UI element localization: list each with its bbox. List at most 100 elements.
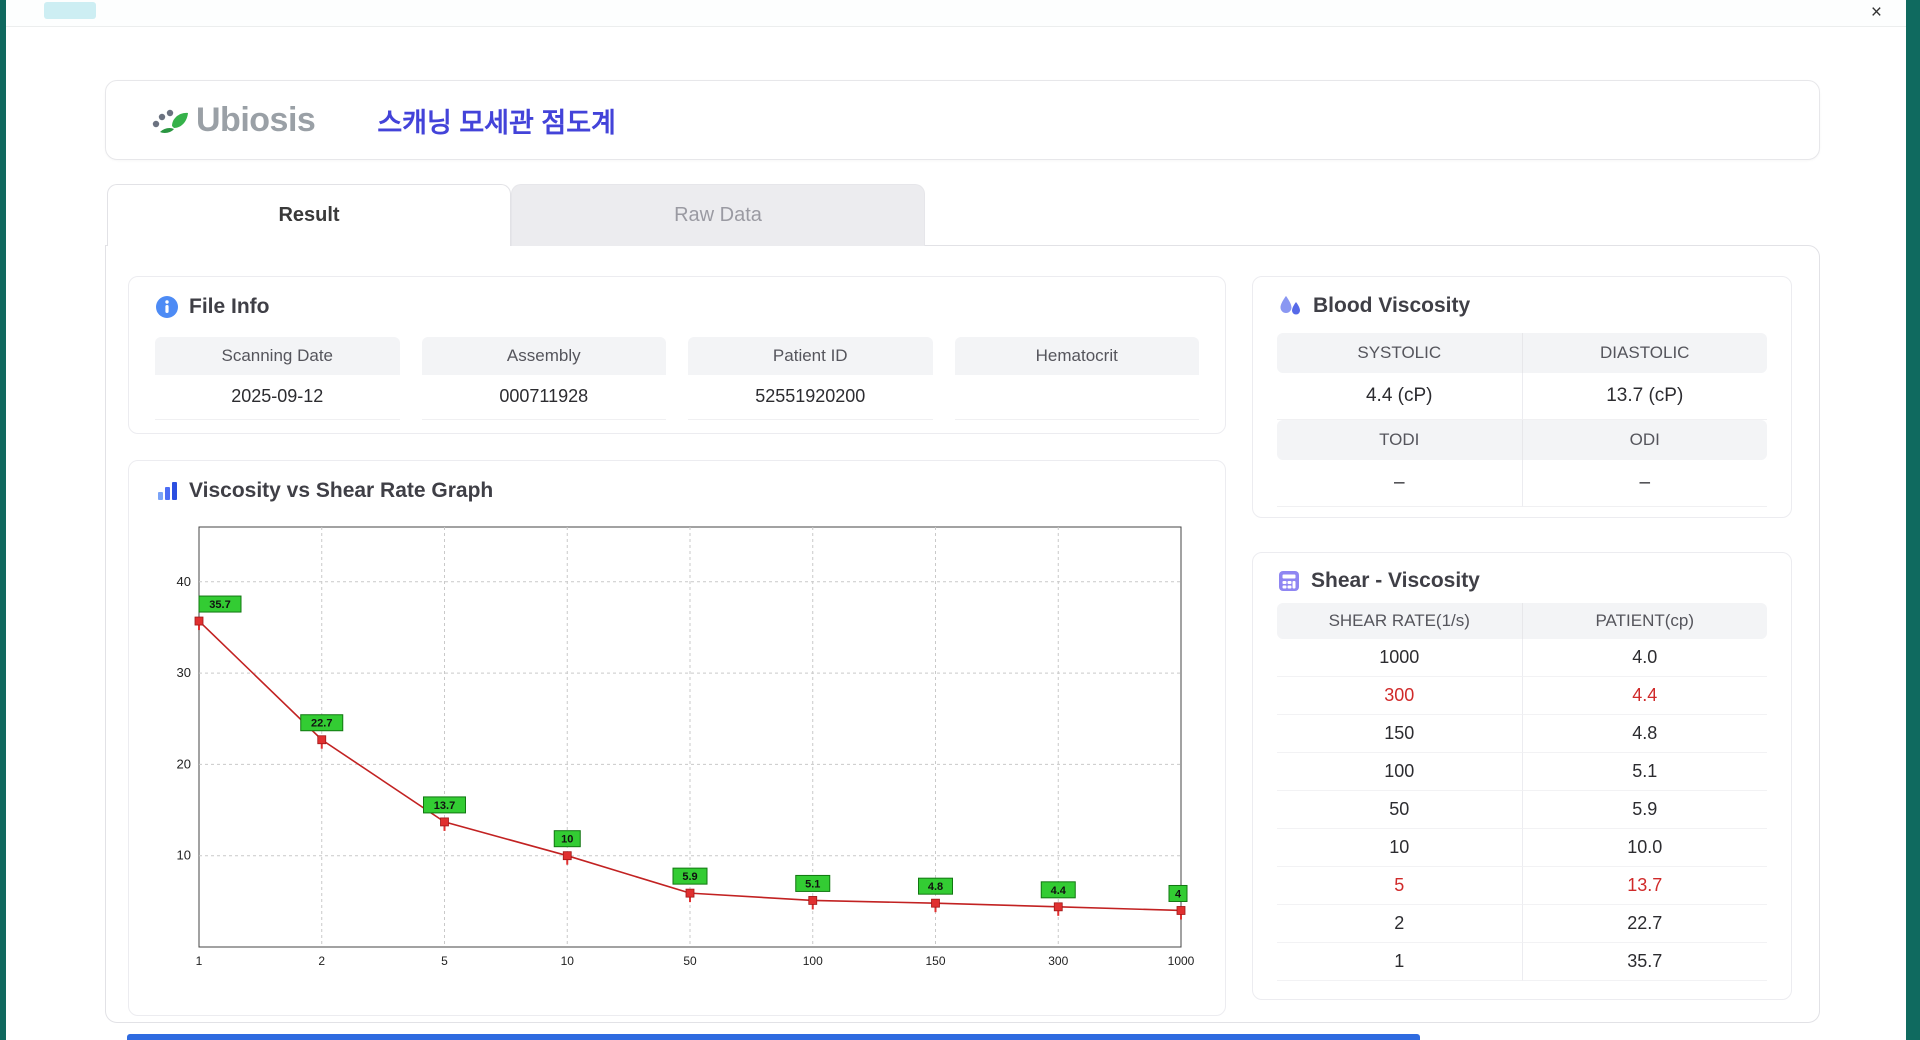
shear-table-header: SHEAR RATE(1/s) PATIENT(cp) — [1277, 603, 1767, 639]
page-title: 스캐닝 모세관 점도계 — [377, 107, 616, 138]
bv-header-row: TODI ODI — [1277, 420, 1767, 460]
table-row: 2 22.7 — [1277, 905, 1767, 943]
table-row: 50 5.9 — [1277, 791, 1767, 829]
svg-text:300: 300 — [1048, 954, 1068, 968]
svg-text:40: 40 — [177, 574, 191, 589]
file-info-fields: Scanning Date 2025-09-12 Assembly 000711928… — [155, 337, 1199, 420]
patient-viscosity-cell: 22.7 — [1522, 905, 1767, 943]
info-icon — [155, 295, 179, 319]
field-label: Assembly — [421, 337, 666, 375]
main-panel: File Info Scanning Date 2025-09-12 Assembl… — [105, 245, 1820, 1023]
svg-text:5.9: 5.9 — [682, 871, 697, 883]
shear-table-body: 1000 4.0 300 4.4 150 4.8 100 5.1 50 5.9 10 10.0 5 13.… — [1277, 639, 1767, 981]
patient-viscosity-cell: 35.7 — [1522, 943, 1767, 981]
shear-table-header-cell: PATIENT(cp) — [1522, 603, 1767, 639]
file-info-field: Scanning Date 2025-09-12 — [155, 337, 400, 420]
shear-rate-cell: 10 — [1277, 829, 1523, 867]
svg-text:30: 30 — [177, 665, 191, 680]
field-label: Patient ID — [688, 337, 933, 375]
window-edge-left — [0, 0, 6, 1040]
svg-text:4.8: 4.8 — [928, 881, 943, 893]
bv-header-cell: TODI — [1277, 420, 1523, 460]
table-row: 1 35.7 — [1277, 943, 1767, 981]
table-row: 10 10.0 — [1277, 829, 1767, 867]
blood-viscosity-card: Blood Viscosity SYSTOLIC DIASTOLIC 4.4 (cP… — [1252, 276, 1792, 518]
patient-viscosity-cell: 5.9 — [1522, 791, 1767, 829]
patient-viscosity-cell: 10.0 — [1522, 829, 1767, 867]
viscosity-chart-svg: 10 20 30 40 1 2 5 10 50 100 150 300 1000 35.7 22.7 13.7… — [177, 526, 1195, 968]
table-row: 100 5.1 — [1277, 753, 1767, 791]
shear-table-header-cell: SHEAR RATE(1/s) — [1277, 603, 1523, 639]
shear-rate-cell: 2 — [1277, 905, 1523, 943]
shear-rate-cell: 5 — [1277, 867, 1523, 905]
graph-card: Viscosity vs Shear Rate Graph 10 20 30 40 1 2… — [128, 460, 1226, 1016]
svg-text:35.7: 35.7 — [209, 599, 230, 611]
bar-chart-icon — [155, 479, 179, 503]
shear-viscosity-card: Shear - Viscosity SHEAR RATE(1/s) PATIENT… — [1252, 552, 1792, 1000]
bv-value-cell: – — [1522, 460, 1767, 507]
bv-header-cell: ODI — [1522, 420, 1767, 460]
bv-value-cell: – — [1277, 460, 1523, 507]
graph-title: Viscosity vs Shear Rate Graph — [189, 479, 494, 502]
ubiosis-logo-icon — [148, 100, 190, 140]
window-edge-right — [1906, 0, 1920, 1040]
bv-value-row: – – — [1277, 460, 1767, 507]
bottom-action-bar[interactable] — [127, 1034, 1420, 1040]
file-info-field: Assembly 000711928 — [421, 337, 666, 420]
field-label: Hematocrit — [954, 337, 1199, 375]
close-icon[interactable]: × — [1871, 3, 1882, 23]
file-info-title: File Info — [189, 295, 270, 318]
svg-text:5.1: 5.1 — [805, 878, 820, 890]
tab-raw-data[interactable]: Raw Data — [511, 184, 925, 246]
svg-text:5: 5 — [441, 954, 448, 968]
shear-rate-cell: 1000 — [1277, 639, 1523, 677]
patient-viscosity-cell: 5.1 — [1522, 753, 1767, 791]
bv-value-cell: 4.4 (cP) — [1277, 373, 1523, 420]
titlebar: × — [6, 0, 1906, 27]
svg-text:4.4: 4.4 — [1051, 885, 1067, 897]
svg-text:10: 10 — [561, 834, 573, 846]
tab-bar: Result Raw Data — [107, 184, 925, 246]
bv-header-cell: DIASTOLIC — [1522, 333, 1767, 373]
svg-text:2: 2 — [318, 954, 325, 968]
tab-result[interactable]: Result — [107, 184, 511, 246]
svg-text:22.7: 22.7 — [311, 718, 332, 730]
shear-rate-cell: 1 — [1277, 943, 1523, 981]
patient-viscosity-cell: 4.8 — [1522, 715, 1767, 753]
patient-viscosity-cell: 4.0 — [1522, 639, 1767, 677]
svg-text:50: 50 — [683, 954, 697, 968]
shear-viscosity-title: Shear - Viscosity — [1311, 569, 1480, 592]
svg-text:13.7: 13.7 — [434, 800, 455, 812]
shear-rate-cell: 150 — [1277, 715, 1523, 753]
svg-text:10: 10 — [177, 848, 191, 863]
field-label: Scanning Date — [155, 337, 400, 375]
field-value: 000711928 — [421, 375, 666, 420]
file-info-field: Patient ID 52551920200 — [688, 337, 933, 420]
svg-text:20: 20 — [177, 756, 191, 771]
field-value: 2025-09-12 — [155, 375, 400, 420]
shear-viscosity-table: SHEAR RATE(1/s) PATIENT(cp) 1000 4.0 300 4.4… — [1277, 603, 1767, 981]
svg-text:1000: 1000 — [1168, 954, 1195, 968]
bv-value-row: 4.4 (cP) 13.7 (cP) — [1277, 373, 1767, 420]
svg-text:150: 150 — [925, 954, 945, 968]
file-info-card: File Info Scanning Date 2025-09-12 Assembl… — [128, 276, 1226, 434]
viscosity-chart: 10 20 30 40 1 2 5 10 50 100 150 300 1000 35.7 22.7 13.7… — [155, 513, 1199, 986]
table-row: 5 13.7 — [1277, 867, 1767, 905]
svg-text:1: 1 — [196, 954, 203, 968]
svg-text:100: 100 — [803, 954, 823, 968]
logo-text: Ubiosis — [196, 100, 316, 139]
field-value — [954, 375, 1199, 420]
shear-rate-cell: 100 — [1277, 753, 1523, 791]
shear-rate-cell: 50 — [1277, 791, 1523, 829]
table-row: 300 4.4 — [1277, 677, 1767, 715]
blood-viscosity-title: Blood Viscosity — [1313, 294, 1471, 317]
table-calc-icon — [1277, 569, 1301, 593]
ubiosis-logo: Ubiosis — [148, 100, 316, 140]
blood-viscosity-table: SYSTOLIC DIASTOLIC 4.4 (cP) 13.7 (cP) TODI OD… — [1277, 333, 1767, 507]
file-info-field: Hematocrit — [954, 337, 1199, 420]
shear-rate-cell: 300 — [1277, 677, 1523, 715]
droplet-icon — [1277, 293, 1303, 319]
patient-viscosity-cell: 4.4 — [1522, 677, 1767, 715]
table-row: 150 4.8 — [1277, 715, 1767, 753]
bv-header-row: SYSTOLIC DIASTOLIC — [1277, 333, 1767, 373]
